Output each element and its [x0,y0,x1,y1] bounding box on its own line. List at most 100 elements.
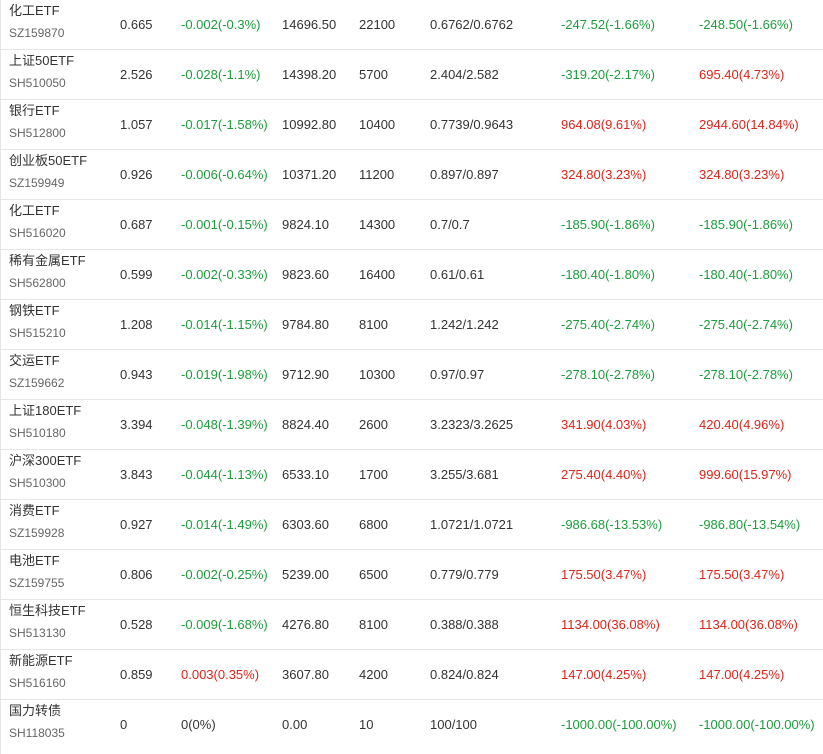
holding-row[interactable]: 新能源ETF SH516160 0.859 0.003(0.35%) 3607.80 42… [1,650,823,700]
holding-row[interactable]: 上证50ETF SH510050 2.526 -0.028(-1.1%) 14398.2… [1,50,823,100]
current-price: 2.526 [120,67,153,82]
market-value: 9823.60 [282,267,329,282]
daily-profit-loss: 964.08(9.61%) [561,117,647,132]
market-value: 9824.10 [282,217,329,232]
security-name[interactable]: 交运ETF [9,352,64,370]
holding-quantity: 14300 [359,217,396,232]
holding-row[interactable]: 恒生科技ETF SH513130 0.528 -0.009(-1.68%) 4276.8… [1,600,823,650]
daily-profit-loss: -247.52(-1.66%) [561,17,655,32]
current-price: 3.394 [120,417,153,432]
security-name[interactable]: 电池ETF [9,552,64,570]
cost-price: 0.388/0.388 [430,617,499,632]
market-value: 9712.90 [282,367,329,382]
security-name[interactable]: 化工ETF [9,2,64,20]
holding-quantity: 10 [359,717,374,732]
security-code: SZ159755 [9,576,65,590]
security-code: SH512800 [9,126,66,140]
current-price: 0.927 [120,517,153,532]
security-name-cell[interactable]: 化工ETF SZ159870 [9,2,64,42]
security-name-cell[interactable]: 稀有金属ETF SH562800 [9,252,86,292]
price-change: -0.002(-0.33%) [181,267,268,282]
price-change: -0.048(-1.39%) [181,417,268,432]
holding-row[interactable]: 国力转债 SH118035 0 0(0%) 0.00 10 100/100 -1000.00(… [1,700,823,754]
holding-row[interactable]: 稀有金属ETF SH562800 0.599 -0.002(-0.33%) 9823.6… [1,250,823,300]
security-name-cell[interactable]: 恒生科技ETF SH513130 [9,602,86,642]
market-value: 6303.60 [282,517,329,532]
security-name-cell[interactable]: 消费ETF SZ159928 [9,502,64,542]
cost-price: 0.6762/0.6762 [430,17,514,32]
security-name[interactable]: 国力转债 [9,702,65,720]
market-value: 8824.40 [282,417,329,432]
security-name-cell[interactable]: 上证50ETF SH510050 [9,52,74,92]
security-name-cell[interactable]: 钢铁ETF SH515210 [9,302,66,342]
holding-row[interactable]: 钢铁ETF SH515210 1.208 -0.014(-1.15%) 9784.80 8… [1,300,823,350]
security-name-cell[interactable]: 国力转债 SH118035 [9,702,65,742]
security-name[interactable]: 钢铁ETF [9,302,66,320]
security-code: SZ159949 [9,176,65,190]
price-change: 0(0%) [181,717,216,732]
cost-price: 0.7/0.7 [430,217,470,232]
holding-row[interactable]: 化工ETF SZ159870 0.665 -0.002(-0.3%) 14696.50 2… [1,0,823,50]
current-price: 0.687 [120,217,153,232]
security-name-cell[interactable]: 沪深300ETF SH510300 [9,452,81,492]
security-code: SH516020 [9,226,66,240]
security-name[interactable]: 上证50ETF [9,52,74,70]
holding-row[interactable]: 银行ETF SH512800 1.057 -0.017(-1.58%) 10992.80… [1,100,823,150]
holding-row[interactable]: 上证180ETF SH510180 3.394 -0.048(-1.39%) 8824.… [1,400,823,450]
holding-row[interactable]: 电池ETF SZ159755 0.806 -0.002(-0.25%) 5239.00 6… [1,550,823,600]
holding-row[interactable]: 交运ETF SZ159662 0.943 -0.019(-1.98%) 9712.90 1… [1,350,823,400]
security-code: SH118035 [9,726,65,740]
security-code: SH510050 [9,76,66,90]
security-name[interactable]: 沪深300ETF [9,452,81,470]
holding-row[interactable]: 创业板50ETF SZ159949 0.926 -0.006(-0.64%) 10371… [1,150,823,200]
security-name[interactable]: 上证180ETF [9,402,81,420]
security-name[interactable]: 稀有金属ETF [9,252,86,270]
security-name-cell[interactable]: 银行ETF SH512800 [9,102,66,142]
daily-profit-loss: -319.20(-2.17%) [561,67,655,82]
market-value: 5239.00 [282,567,329,582]
current-price: 1.208 [120,317,153,332]
current-price: 0 [120,717,128,732]
security-name-cell[interactable]: 化工ETF SH516020 [9,202,66,242]
holding-quantity: 5700 [359,67,388,82]
security-name[interactable]: 消费ETF [9,502,64,520]
security-code: SH513130 [9,626,66,640]
holding-row[interactable]: 沪深300ETF SH510300 3.843 -0.044(-1.13%) 6533.… [1,450,823,500]
total-profit-loss: 324.80(3.23%) [699,167,785,182]
market-value: 0.00 [282,717,308,732]
current-price: 1.057 [120,117,153,132]
total-profit-loss: -275.40(-2.74%) [699,317,793,332]
market-value: 4276.80 [282,617,329,632]
price-change: -0.014(-1.15%) [181,317,268,332]
price-change: -0.019(-1.98%) [181,367,268,382]
cost-price: 3.2323/3.2625 [430,417,514,432]
holding-quantity: 6500 [359,567,388,582]
daily-profit-loss: 147.00(4.25%) [561,667,647,682]
security-name-cell[interactable]: 新能源ETF SH516160 [9,652,73,692]
security-name-cell[interactable]: 创业板50ETF SZ159949 [9,152,87,192]
security-name-cell[interactable]: 交运ETF SZ159662 [9,352,64,392]
price-change: -0.028(-1.1%) [181,67,261,82]
security-name[interactable]: 创业板50ETF [9,152,87,170]
market-value: 10992.80 [282,117,337,132]
security-name[interactable]: 化工ETF [9,202,66,220]
total-profit-loss: 175.50(3.47%) [699,567,785,582]
security-code: SH515210 [9,326,66,340]
cost-price: 2.404/2.582 [430,67,499,82]
current-price: 0.859 [120,667,153,682]
daily-profit-loss: -180.40(-1.80%) [561,267,655,282]
security-name[interactable]: 恒生科技ETF [9,602,86,620]
security-name-cell[interactable]: 上证180ETF SH510180 [9,402,81,442]
holding-row[interactable]: 消费ETF SZ159928 0.927 -0.014(-1.49%) 6303.60 6… [1,500,823,550]
current-price: 0.599 [120,267,153,282]
security-name[interactable]: 银行ETF [9,102,66,120]
cost-price: 0.824/0.824 [430,667,499,682]
security-name[interactable]: 新能源ETF [9,652,73,670]
holding-quantity: 6800 [359,517,388,532]
security-name-cell[interactable]: 电池ETF SZ159755 [9,552,64,592]
holding-quantity: 22100 [359,17,396,32]
price-change: -0.044(-1.13%) [181,467,268,482]
holding-row[interactable]: 化工ETF SH516020 0.687 -0.001(-0.15%) 9824.10 1… [1,200,823,250]
total-profit-loss: -1000.00(-100.00%) [699,717,815,732]
daily-profit-loss: 175.50(3.47%) [561,567,647,582]
